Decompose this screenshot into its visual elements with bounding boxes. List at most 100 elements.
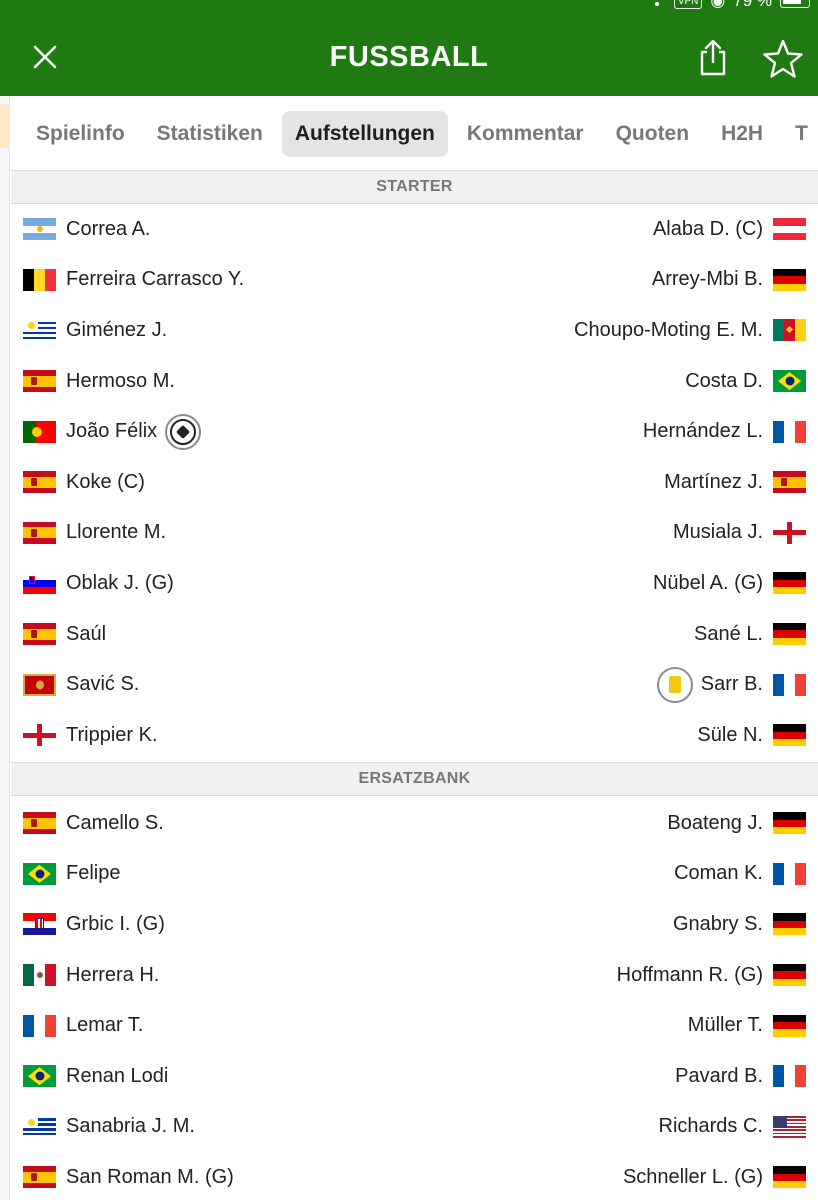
tab-kommentar[interactable]: Kommentar xyxy=(454,111,597,157)
player-name: San Roman M. (G) xyxy=(66,1165,234,1188)
away-player[interactable]: Musiala J. xyxy=(673,508,806,559)
home-player[interactable]: Saúl xyxy=(23,609,106,660)
away-player[interactable]: Müller T. xyxy=(688,1000,806,1051)
status-bar: VPN ◉ 79 % xyxy=(0,0,818,10)
home-player[interactable]: Hermoso M. xyxy=(23,356,175,407)
player-name: Felipe xyxy=(66,862,121,885)
lineup-row: Grbic I. (G) Gnabry S. xyxy=(11,899,818,950)
home-player[interactable]: Savić S. xyxy=(23,659,139,710)
away-player[interactable]: Costa D. xyxy=(685,356,806,407)
player-name: Hermoso M. xyxy=(66,369,175,392)
tab-spielinfo[interactable]: Spielinfo xyxy=(23,111,138,157)
battery-icon xyxy=(780,0,810,8)
tab-quoten[interactable]: Quoten xyxy=(603,111,703,157)
lineup-row: Felipe Coman K. xyxy=(11,849,818,900)
home-player[interactable]: Felipe xyxy=(23,849,120,900)
flag-spain-icon xyxy=(23,370,56,393)
bench-list: Camello S. Boateng J. Felipe Coman K. Grbic … xyxy=(11,798,818,1200)
away-player[interactable]: Gnabry S. xyxy=(673,899,806,950)
away-player[interactable]: Richards C. xyxy=(659,1102,806,1153)
home-player[interactable]: Llorente M. xyxy=(23,508,166,559)
home-player[interactable]: Trippier K. xyxy=(23,710,158,761)
player-name: Nübel A. (G) xyxy=(652,571,763,594)
away-player[interactable]: Hoffmann R. (G) xyxy=(617,950,806,1001)
flag-portugal-icon xyxy=(23,420,56,443)
share-icon xyxy=(700,39,726,76)
lineup-row: Savić S. Sarr B. xyxy=(11,659,818,710)
favorite-button[interactable] xyxy=(762,38,804,80)
section-header-bench: ERSATZBANK xyxy=(11,762,818,796)
player-name: Correa A. xyxy=(66,217,151,240)
home-player[interactable]: Grbic I. (G) xyxy=(23,899,165,950)
away-player[interactable]: Nübel A. (G) xyxy=(653,558,806,609)
lineup-row: Giménez J. Choupo-Moting E. M. xyxy=(11,305,818,356)
tab-t[interactable]: T xyxy=(782,111,818,157)
flag-montenegro-icon xyxy=(23,673,56,696)
away-player[interactable]: Alaba D. (C) xyxy=(653,204,806,255)
player-name: Giménez J. xyxy=(66,318,168,341)
player-name: Müller T. xyxy=(687,1014,763,1037)
home-player[interactable]: Sanabria J. M. xyxy=(23,1102,195,1153)
player-name: Saúl xyxy=(66,622,107,645)
home-player[interactable]: Lemar T. xyxy=(23,1000,143,1051)
section-header-starter: STARTER xyxy=(11,170,818,204)
home-player[interactable]: Koke (C) xyxy=(23,457,145,508)
flag-france-icon xyxy=(773,1065,806,1088)
flag-uruguay-icon xyxy=(23,319,56,342)
player-name: Arrey-Mbi B. xyxy=(651,268,763,291)
player-name: Sanabria J. M. xyxy=(66,1115,195,1138)
tab-h2h[interactable]: H2H xyxy=(708,111,776,157)
player-name: João Félix xyxy=(66,420,158,443)
player-name: Llorente M. xyxy=(66,521,167,544)
flag-uruguay-icon xyxy=(23,1115,56,1138)
away-player[interactable]: Süle N. xyxy=(697,710,806,761)
away-player[interactable]: Hernández L. xyxy=(643,406,806,457)
lineup-row: Herrera H. Hoffmann R. (G) xyxy=(11,950,818,1001)
flag-cameroon-icon xyxy=(773,319,806,342)
home-player[interactable]: Ferreira Carrasco Y. xyxy=(23,255,244,306)
player-name: Hoffmann R. (G) xyxy=(616,963,763,986)
tab-aufstellungen[interactable]: Aufstellungen xyxy=(281,111,448,157)
flag-spain-icon xyxy=(23,471,56,494)
tab-statistiken[interactable]: Statistiken xyxy=(144,111,276,157)
away-player[interactable]: Pavard B. xyxy=(675,1051,806,1102)
away-player[interactable]: Sané L. xyxy=(694,609,806,660)
tab-bar: Spielinfo Statistiken Aufstellungen Komment… xyxy=(11,96,818,172)
flag-spain-icon xyxy=(23,623,56,646)
flag-argentina-icon xyxy=(23,218,56,241)
home-player[interactable]: Camello S. xyxy=(23,798,164,849)
left-panel-edge xyxy=(0,96,10,1200)
flag-germany-icon xyxy=(773,1014,806,1037)
flag-germany-icon xyxy=(773,1166,806,1189)
away-player[interactable]: Choupo-Moting E. M. xyxy=(574,305,806,356)
player-name: Schneller L. (G) xyxy=(622,1165,763,1188)
player-name: Herrera H. xyxy=(66,963,160,986)
away-player[interactable]: Arrey-Mbi B. xyxy=(652,255,806,306)
away-player[interactable]: Schneller L. (G) xyxy=(623,1152,806,1200)
flag-france-icon xyxy=(773,673,806,696)
lineup-row: Renan Lodi Pavard B. xyxy=(11,1051,818,1102)
flag-mexico-icon xyxy=(23,964,56,987)
away-player[interactable]: Boateng J. xyxy=(667,798,806,849)
player-name: Coman K. xyxy=(674,862,763,885)
home-player[interactable]: San Roman M. (G) xyxy=(23,1152,234,1200)
away-player[interactable]: Martínez J. xyxy=(664,457,806,508)
flag-germany-icon xyxy=(773,964,806,987)
app-header: FUSSBALL xyxy=(0,10,818,96)
home-player[interactable]: Correa A. xyxy=(23,204,150,255)
player-name: Sané L. xyxy=(694,622,763,645)
flag-germany-icon xyxy=(773,812,806,835)
share-button[interactable] xyxy=(696,38,730,78)
flag-france-icon xyxy=(773,420,806,443)
player-name: Trippier K. xyxy=(66,723,158,746)
flag-brazil-icon xyxy=(773,370,806,393)
player-name: Alaba D. (C) xyxy=(652,217,763,240)
home-player[interactable]: Giménez J. xyxy=(23,305,167,356)
away-player[interactable]: Coman K. xyxy=(674,849,806,900)
away-player[interactable]: Sarr B. xyxy=(656,659,806,710)
vpn-badge: VPN xyxy=(673,0,703,9)
home-player[interactable]: Oblak J. (G) xyxy=(23,558,174,609)
home-player[interactable]: Herrera H. xyxy=(23,950,159,1001)
home-player[interactable]: Renan Lodi xyxy=(23,1051,168,1102)
home-player[interactable]: João Félix xyxy=(23,406,202,457)
